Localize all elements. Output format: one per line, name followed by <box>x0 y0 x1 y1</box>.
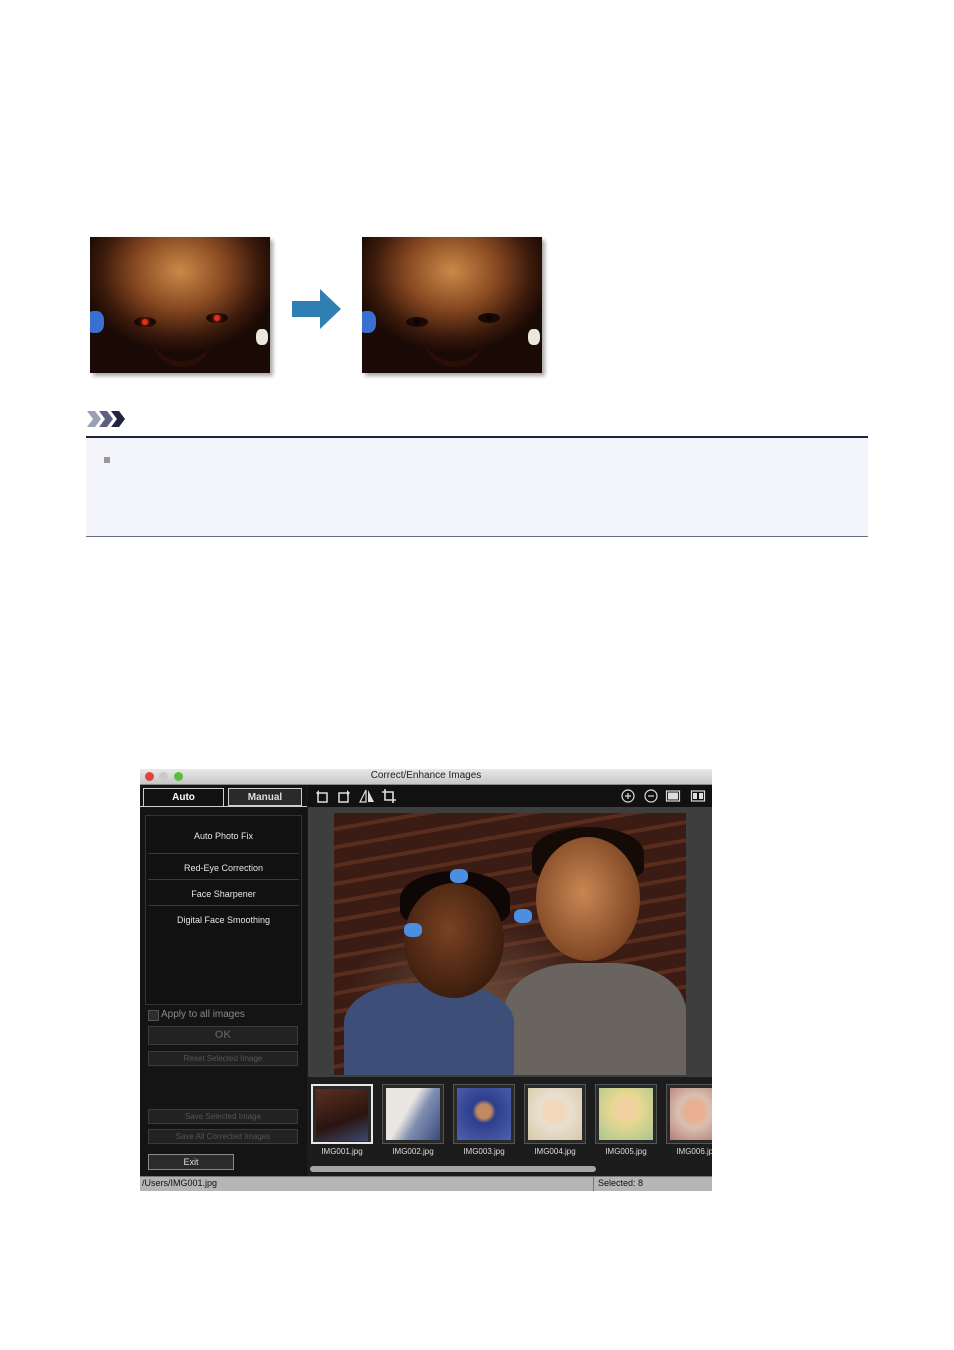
red-eye-correction-button[interactable]: Red-Eye Correction <box>146 863 301 873</box>
thumbnail[interactable] <box>382 1084 444 1144</box>
bullet-icon <box>104 457 110 463</box>
title-bar: Correct/Enhance Images <box>140 769 712 785</box>
correct-enhance-window: Correct/Enhance Images Auto Manual Auto … <box>140 769 712 1191</box>
rotate-left-icon[interactable] <box>314 788 330 804</box>
after-photo <box>362 237 542 373</box>
status-path: /Users/IMG001.jpg <box>142 1178 218 1188</box>
apply-all-label: Apply to all images <box>161 1009 245 1020</box>
thumbnail[interactable] <box>311 1084 373 1144</box>
rotate-right-icon[interactable] <box>336 788 352 804</box>
status-bar: /Users/IMG001.jpg Selected: 8 <box>140 1176 712 1191</box>
face-sharpener-button[interactable]: Face Sharpener <box>146 889 301 899</box>
preview-area <box>308 807 712 1077</box>
left-panel: Auto Manual Auto Photo Fix Red-Eye Corre… <box>140 785 307 1177</box>
full-screen-icon[interactable] <box>665 788 681 804</box>
save-all-button[interactable]: Save All Corrected Images <box>148 1129 298 1144</box>
window-title: Correct/Enhance Images <box>370 770 482 781</box>
flip-icon[interactable] <box>359 788 375 804</box>
thumbnail-label: IMG006.jpg <box>676 1147 712 1156</box>
reset-selected-button[interactable]: Reset Selected Image <box>148 1051 298 1066</box>
tab-manual[interactable]: Manual <box>228 788 302 806</box>
auto-photo-fix-button[interactable]: Auto Photo Fix <box>146 831 301 841</box>
apply-all-checkbox[interactable] <box>148 1010 159 1021</box>
note-icon <box>87 411 125 427</box>
horizontal-scrollbar[interactable] <box>310 1166 596 1172</box>
thumbnail[interactable] <box>453 1084 515 1144</box>
exit-button[interactable]: Exit <box>148 1154 234 1170</box>
status-selected-count: Selected: 8 <box>598 1178 644 1188</box>
thumbnail-strip: IMG001.jpg IMG002.jpg IMG003.jpg IMG004.… <box>308 1077 712 1163</box>
main-photo[interactable] <box>334 813 686 1075</box>
zoom-out-icon[interactable] <box>643 788 659 804</box>
before-photo <box>90 237 270 373</box>
toolbar <box>308 785 712 807</box>
compare-icon[interactable] <box>690 788 706 804</box>
note-box <box>86 436 868 537</box>
tab-auto[interactable]: Auto <box>143 788 224 806</box>
thumbnail[interactable] <box>595 1084 657 1144</box>
digital-face-smoothing-button[interactable]: Digital Face Smoothing <box>146 915 301 925</box>
thumbnail[interactable] <box>666 1084 712 1144</box>
ok-button[interactable]: OK <box>148 1026 298 1045</box>
thumbnail-label: IMG004.jpg <box>534 1147 576 1156</box>
thumbnail-label: IMG005.jpg <box>605 1147 647 1156</box>
arrow-right-icon <box>292 289 341 329</box>
thumbnail[interactable] <box>524 1084 586 1144</box>
correction-options: Auto Photo Fix Red-Eye Correction Face S… <box>145 815 302 1005</box>
thumbnail-label: IMG001.jpg <box>321 1147 363 1156</box>
thumbnail-label: IMG002.jpg <box>392 1147 434 1156</box>
crop-icon[interactable] <box>381 788 397 804</box>
zoom-in-icon[interactable] <box>620 788 636 804</box>
thumbnail-label: IMG003.jpg <box>463 1147 505 1156</box>
save-selected-button[interactable]: Save Selected Image <box>148 1109 298 1124</box>
